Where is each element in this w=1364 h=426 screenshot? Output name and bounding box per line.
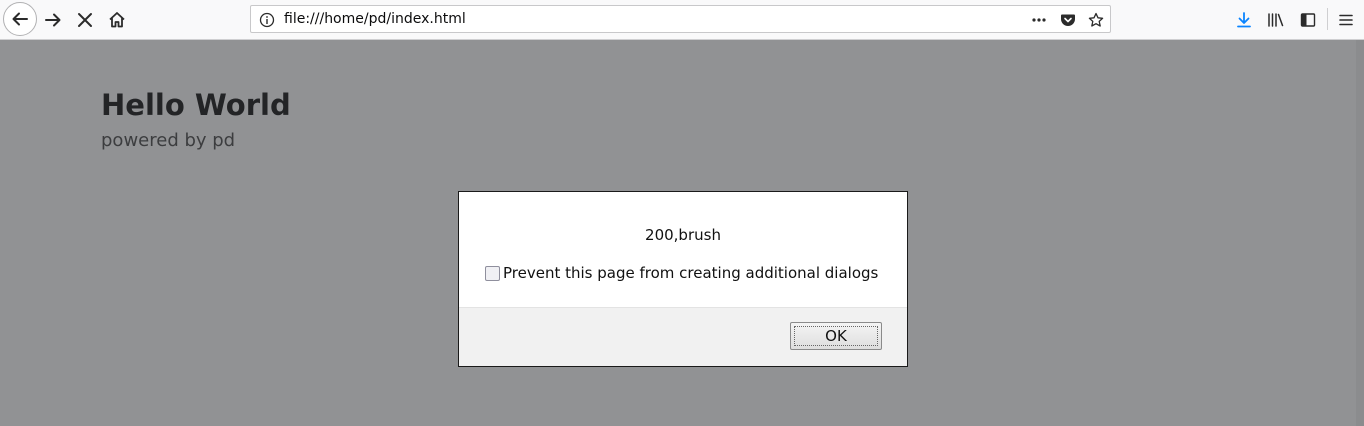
download-icon [1237, 12, 1251, 28]
more-actions-icon[interactable] [1031, 12, 1047, 28]
suppress-dialogs-option[interactable]: Prevent this page from creating addition… [485, 264, 878, 282]
library-button[interactable] [1260, 4, 1292, 36]
library-icon [1268, 13, 1284, 27]
home-icon [109, 12, 125, 28]
sidebar-icon [1300, 13, 1316, 27]
url-bar[interactable]: file:///home/pd/index.html [250, 5, 1111, 33]
stop-icon [78, 13, 92, 27]
alert-dialog: 200,brush Prevent this page from creatin… [458, 191, 908, 367]
back-arrow-icon [12, 12, 28, 26]
home-button[interactable] [101, 4, 133, 36]
browser-toolbar: file:///home/pd/index.html [0, 0, 1364, 40]
back-button[interactable] [3, 2, 37, 36]
suppress-dialogs-label[interactable]: Prevent this page from creating addition… [503, 264, 878, 282]
dialog-footer: OK [459, 307, 907, 366]
url-text[interactable]: file:///home/pd/index.html [284, 11, 466, 27]
star-icon[interactable] [1088, 12, 1104, 28]
downloads-button[interactable] [1228, 4, 1260, 36]
scrollbar[interactable] [1356, 40, 1364, 426]
toolbar-divider [1327, 8, 1328, 30]
info-icon[interactable] [259, 12, 275, 28]
dialog-message: 200,brush [645, 226, 721, 244]
sidebar-button[interactable] [1292, 4, 1324, 36]
forward-arrow-icon [45, 13, 61, 27]
stop-button[interactable] [69, 4, 101, 36]
suppress-dialogs-checkbox[interactable] [485, 265, 500, 281]
hamburger-menu-icon [1339, 14, 1353, 26]
menu-button[interactable] [1330, 4, 1362, 36]
pocket-icon[interactable] [1060, 12, 1076, 28]
forward-button[interactable] [37, 4, 69, 36]
ok-button[interactable]: OK [790, 322, 882, 350]
